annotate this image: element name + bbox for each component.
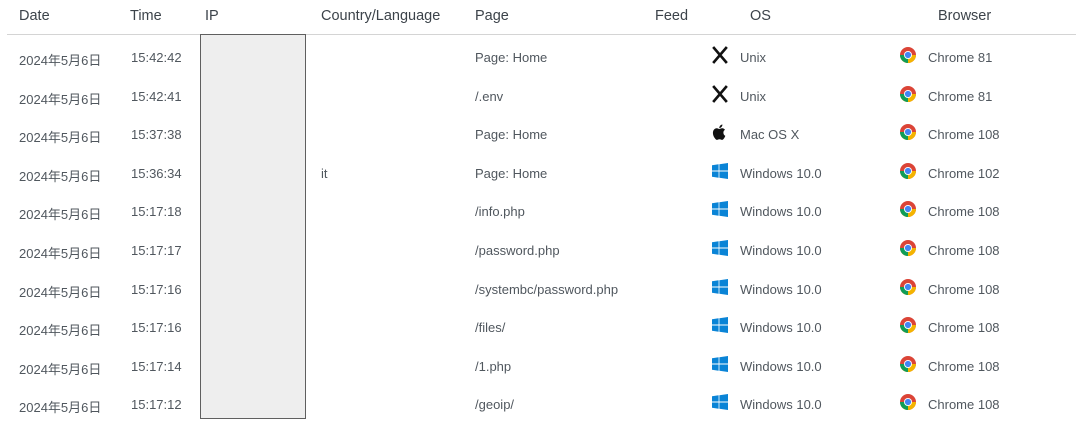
browser-cell: Chrome 108 [928,204,1000,220]
header-browser[interactable]: Browser [938,8,991,24]
os-cell: Windows 10.0 [740,320,822,336]
x-icon [711,46,729,64]
page-cell[interactable]: /files/ [475,320,505,335]
browser-cell: Chrome 81 [928,88,993,104]
page-cell[interactable]: /1.php [475,359,511,374]
browser-cell: Chrome 108 [928,127,1000,143]
os-cell: Windows 10.0 [740,165,822,181]
windows-icon [711,355,729,373]
table-row: 2024年5月6日 15:42:42 Page: Home Unix Chrome 81 [0,37,1080,75]
date-cell: 2024年5月6日 [19,130,102,146]
table-row: 2024年5月6日 15:17:16/systembc/password.php W… [0,269,1080,307]
browser-cell: Chrome 108 [928,320,1000,336]
chrome-icon [899,316,917,334]
table-row: 2024年5月6日 15:36:34 it Page: Home Windows 10.… [0,153,1080,191]
browser-cell: Chrome 102 [928,165,1000,181]
page-cell[interactable]: Page: Home [475,50,547,65]
table-row: 2024年5月6日 15:42:41 /.env Unix Chrome 81 [0,76,1080,114]
date-cell: 2024年5月6日 [19,246,102,261]
time-cell: 15:17:17 [131,243,182,258]
time-cell: 15:17:16 [131,320,182,336]
browser-cell: Chrome 108 [928,397,1000,413]
date-cell: 2024年5月6日 [19,168,102,184]
time-cell: 15:17:16 [131,281,182,297]
windows-icon [711,393,729,411]
date-cell: 2024年5月6日 [19,323,102,339]
chrome-icon [899,200,917,218]
header-feed[interactable]: Feed [655,8,688,24]
windows-icon [711,278,729,296]
ip-redaction-block [200,34,306,419]
header-country[interactable]: Country/Language [321,8,440,24]
windows-icon [711,239,729,257]
time-cell: 15:36:34 [131,165,182,181]
date-cell: 2024年5月6日 [19,53,102,68]
browser-cell: Chrome 108 [928,281,1000,297]
chrome-icon [899,239,917,257]
time-cell: 15:17:18 [131,204,182,220]
table-row: 2024年5月6日 15:17:18/info.php Windows 10.0 Ch… [0,191,1080,229]
page-cell[interactable]: /systembc/password.php [475,282,618,297]
windows-icon [711,316,729,334]
chrome-icon [899,123,917,141]
page-cell[interactable]: /info.php [475,204,525,219]
header-os[interactable]: OS [750,8,771,24]
browser-cell: Chrome 108 [928,243,1000,258]
os-cell: Windows 10.0 [740,397,822,413]
browser-cell: Chrome 81 [928,50,993,65]
date-cell: 2024年5月6日 [19,91,102,107]
header-date[interactable]: Date [19,8,50,24]
page-cell[interactable]: Page: Home [475,127,547,142]
chrome-icon [899,162,917,180]
time-cell: 15:17:12 [131,397,182,413]
os-cell: Windows 10.0 [740,358,822,374]
x-icon [711,84,729,103]
os-cell: Windows 10.0 [740,243,822,258]
table-row: 2024年5月6日 15:37:38 Page: Home Mac OS X Chrom… [0,114,1080,152]
header-divider [7,34,1076,35]
date-cell: 2024年5月6日 [19,361,102,377]
chrome-icon [899,278,917,296]
os-cell: Windows 10.0 [740,281,822,297]
page-cell[interactable]: /password.php [475,243,560,258]
windows-icon [711,200,729,218]
table-row: 2024年5月6日 15:17:12/geoip/Windows 10.0 Chro… [0,384,1080,422]
chrome-icon [899,355,917,373]
browser-cell: Chrome 108 [928,358,1000,374]
table-row: 2024年5月6日 15:17:14/1.php Windows 10.0 Chrom… [0,346,1080,384]
time-cell: 15:17:14 [131,358,182,374]
header-ip[interactable]: IP [205,8,219,24]
windows-icon [711,162,729,180]
header-time[interactable]: Time [130,8,162,24]
time-cell: 15:37:38 [131,127,182,143]
table-row: 2024年5月6日 15:17:17/password.php Windows 10… [0,230,1080,268]
chrome-icon [899,393,917,411]
chrome-icon [899,46,917,64]
table-row: 2024年5月6日 15:17:16/files/Windows 10.0 Chro… [0,307,1080,345]
page-cell[interactable]: /.env [475,89,503,104]
time-cell: 15:42:41 [131,88,182,104]
os-cell: Windows 10.0 [740,204,822,220]
header-page[interactable]: Page [475,8,509,24]
country-cell: it [321,165,328,181]
time-cell: 15:42:42 [131,50,182,65]
date-cell: 2024年5月6日 [19,207,102,223]
os-cell: Mac OS X [740,127,800,143]
date-cell: 2024年5月6日 [19,284,102,300]
os-cell: Unix [740,88,767,104]
os-cell: Unix [740,50,767,65]
chrome-icon [899,85,917,103]
apple-icon [711,123,729,141]
page-cell[interactable]: /geoip/ [475,397,514,412]
table-header-row: Date Time IP Country/Language Page Feed … [0,0,1080,34]
date-cell: 2024年5月6日 [19,400,102,416]
page-cell[interactable]: Page: Home [475,166,547,181]
